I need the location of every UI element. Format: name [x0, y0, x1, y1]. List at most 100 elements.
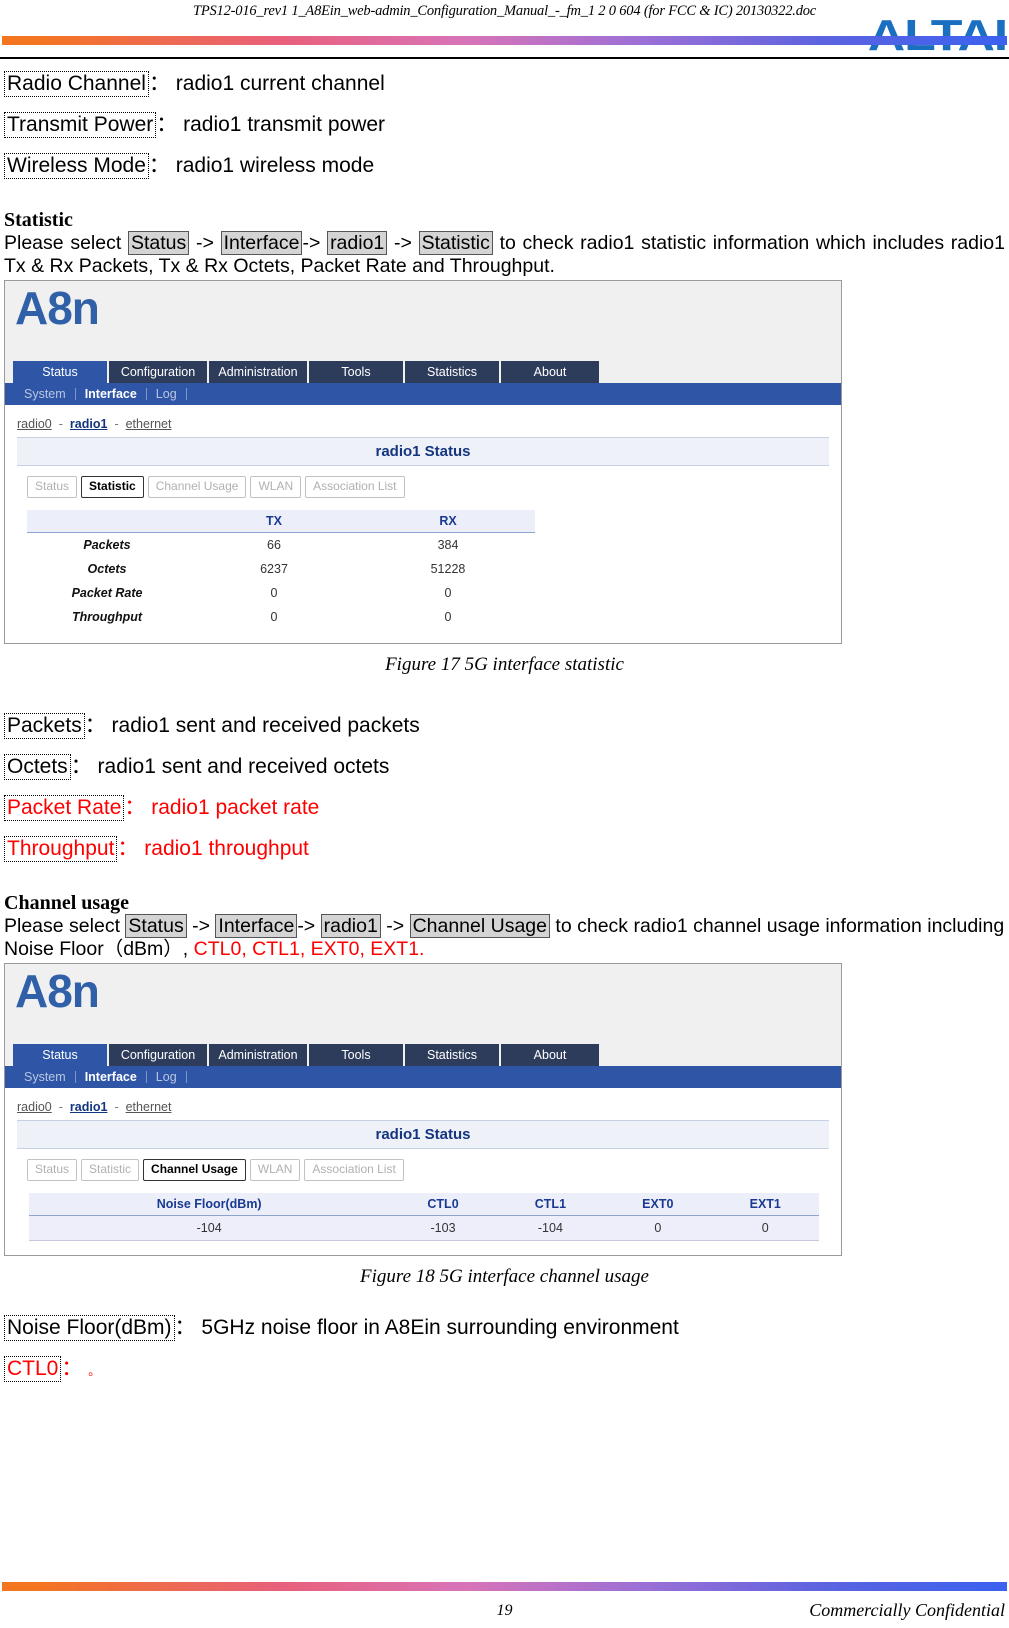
definition-list-mid: Packets： radio1 sent and received packet…	[4, 702, 1005, 862]
cell-packets-tx: 66	[267, 538, 281, 552]
column-header-tx: TX	[187, 510, 361, 533]
breadcrumb-interface: Interface	[220, 231, 303, 255]
nav-tab-statistics[interactable]: Statistics	[405, 361, 499, 383]
definition-colon: ：	[84, 714, 106, 737]
inner-tab-association-list[interactable]: Association List	[305, 476, 405, 498]
table-body: Packets 66 384 Octets 6237 51228 Packet …	[27, 533, 535, 630]
nav-tab-about[interactable]: About	[501, 361, 599, 383]
document-title: TPS12-016_rev1 1_A8Ein_web-admin_Configu…	[192, 3, 817, 19]
inner-tab-channel-usage[interactable]: Channel Usage	[147, 476, 247, 498]
statistic-paragraph: Please select Status -> Interface -> radi…	[4, 231, 1005, 278]
definition-item: Octets： radio1 sent and received octets	[4, 743, 1005, 780]
inner-tab-status[interactable]: Status	[27, 1159, 78, 1181]
definition-term: Octets	[4, 754, 71, 780]
subnav-separator	[185, 388, 187, 400]
definition-term: Noise Floor(dBm)	[4, 1315, 175, 1341]
nav-tab-statistics[interactable]: Statistics	[405, 1044, 499, 1066]
definition-item: Throughput： radio1 throughput	[4, 825, 1005, 862]
sub-nav-bar: System Interface Log	[5, 383, 841, 405]
page-content: Radio Channel： radio1 current channel Tr…	[0, 60, 1009, 1382]
figure18-caption: Figure 18 5G interface channel usage	[360, 1266, 649, 1287]
nav-tab-administration[interactable]: Administration	[209, 1044, 307, 1066]
cell-noise-floor: -104	[29, 1215, 390, 1241]
definition-description: radio1 current channel	[175, 72, 385, 95]
breadcrumb-radio1: radio1	[320, 914, 381, 938]
subnav-item-interface[interactable]: Interface	[76, 1070, 146, 1084]
definition-item: Packets： radio1 sent and received packet…	[4, 702, 1005, 739]
breadcrumb-dash: -	[114, 417, 119, 431]
table-head: Noise Floor(dBm) CTL0 CTL1 EXT0 EXT1	[29, 1193, 819, 1216]
subnav-item-system[interactable]: System	[15, 1070, 75, 1084]
nav-tab-status[interactable]: Status	[13, 361, 107, 383]
definition-description: radio1 transmit power	[183, 113, 386, 136]
table-header-row: Noise Floor(dBm) CTL0 CTL1 EXT0 EXT1	[29, 1193, 819, 1216]
figure18-screenshot: A8n Status Configuration Administration …	[4, 963, 842, 1256]
inner-tab-wlan[interactable]: WLAN	[250, 476, 302, 498]
column-header-ext1: EXT1	[711, 1193, 819, 1216]
nav-tab-status[interactable]: Status	[13, 1044, 107, 1066]
breadcrumb: radio0- radio1- ethernet	[5, 415, 841, 437]
para-red-terms: CTL0, CTL1, EXT0, EXT1.	[193, 938, 425, 960]
inner-tab-statistic[interactable]: Statistic	[81, 476, 144, 498]
statistics-table: TX RX Packets 66 384 Octets 6237 51228 P…	[27, 510, 535, 629]
definition-list-top: Radio Channel： radio1 current channel Tr…	[4, 60, 1005, 179]
definition-item: Radio Channel： radio1 current channel	[4, 60, 1005, 97]
definition-term: Transmit Power	[4, 112, 157, 138]
cell-octets-rx: 51228	[430, 562, 466, 576]
nav-tab-configuration[interactable]: Configuration	[109, 1044, 207, 1066]
nav-tab-tools[interactable]: Tools	[309, 361, 403, 383]
table-row: Packet Rate 0 0	[27, 581, 535, 605]
cell-packet-rate-tx: 0	[270, 586, 278, 600]
definition-colon: ：	[70, 755, 92, 778]
figure17-caption: Figure 17 5G interface statistic	[385, 654, 624, 675]
sub-nav-bar: System Interface Log	[5, 1066, 841, 1088]
subnav-item-log[interactable]: Log	[147, 1070, 186, 1084]
subnav-item-log[interactable]: Log	[147, 387, 186, 401]
main-nav-bar: Status Configuration Administration Tool…	[5, 359, 841, 383]
nav-tab-about[interactable]: About	[501, 1044, 599, 1066]
definition-list-bottom: Noise Floor(dBm)： 5GHz noise floor in A8…	[4, 1304, 1005, 1382]
table-head: TX RX	[27, 510, 535, 533]
page-footer: 19 Commercially Confidential	[0, 1566, 1009, 1628]
panel-title: radio1 Status	[17, 1120, 829, 1149]
inner-tab-wlan[interactable]: WLAN	[249, 1159, 301, 1181]
column-header-blank	[27, 510, 187, 533]
breadcrumb-link-radio0[interactable]: radio0	[17, 417, 52, 431]
statistic-heading: Statistic	[4, 209, 73, 231]
definition-colon: ：	[148, 72, 170, 95]
definition-description: radio1 sent and received octets	[97, 755, 390, 778]
breadcrumb-link-ethernet[interactable]: ethernet	[126, 417, 172, 431]
app-brand-bar: A8n	[5, 964, 841, 1042]
nav-tab-configuration[interactable]: Configuration	[109, 361, 207, 383]
definition-description: radio1 wireless mode	[175, 154, 375, 177]
definition-description: 。	[88, 1364, 101, 1378]
definition-term: Packets	[4, 713, 85, 739]
breadcrumb-link-radio0[interactable]: radio0	[17, 1100, 52, 1114]
inner-tab-channel-usage[interactable]: Channel Usage	[143, 1159, 246, 1181]
subnav-item-interface[interactable]: Interface	[76, 387, 146, 401]
definition-term: Wireless Mode	[4, 153, 149, 179]
breadcrumb-link-ethernet[interactable]: ethernet	[126, 1100, 172, 1114]
breadcrumb-link-radio1[interactable]: radio1	[70, 417, 108, 431]
cell-octets-tx: 6237	[260, 562, 288, 576]
definition-item: Packet Rate： radio1 packet rate	[4, 784, 1005, 821]
cell-throughput-tx: 0	[270, 610, 278, 624]
cell-throughput-rx: 0	[444, 610, 452, 624]
breadcrumb: radio0- radio1- ethernet	[5, 1098, 841, 1120]
inner-tab-statistic[interactable]: Statistic	[81, 1159, 140, 1181]
confidential-notice: Commercially Confidential	[809, 1600, 1005, 1620]
nav-tab-tools[interactable]: Tools	[309, 1044, 403, 1066]
definition-colon: ：	[174, 1316, 196, 1339]
column-header-noise-floor: Noise Floor(dBm)	[29, 1193, 390, 1216]
breadcrumb-channel-usage: Channel Usage	[409, 914, 550, 938]
subnav-item-system[interactable]: System	[15, 387, 75, 401]
definition-colon: ：	[117, 837, 139, 860]
nav-tab-administration[interactable]: Administration	[209, 361, 307, 383]
inner-tab-association-list[interactable]: Association List	[304, 1159, 404, 1181]
inner-tab-status[interactable]: Status	[27, 476, 78, 498]
breadcrumb-link-radio1[interactable]: radio1	[70, 1100, 108, 1114]
cell-ctl0: -103	[389, 1215, 497, 1241]
